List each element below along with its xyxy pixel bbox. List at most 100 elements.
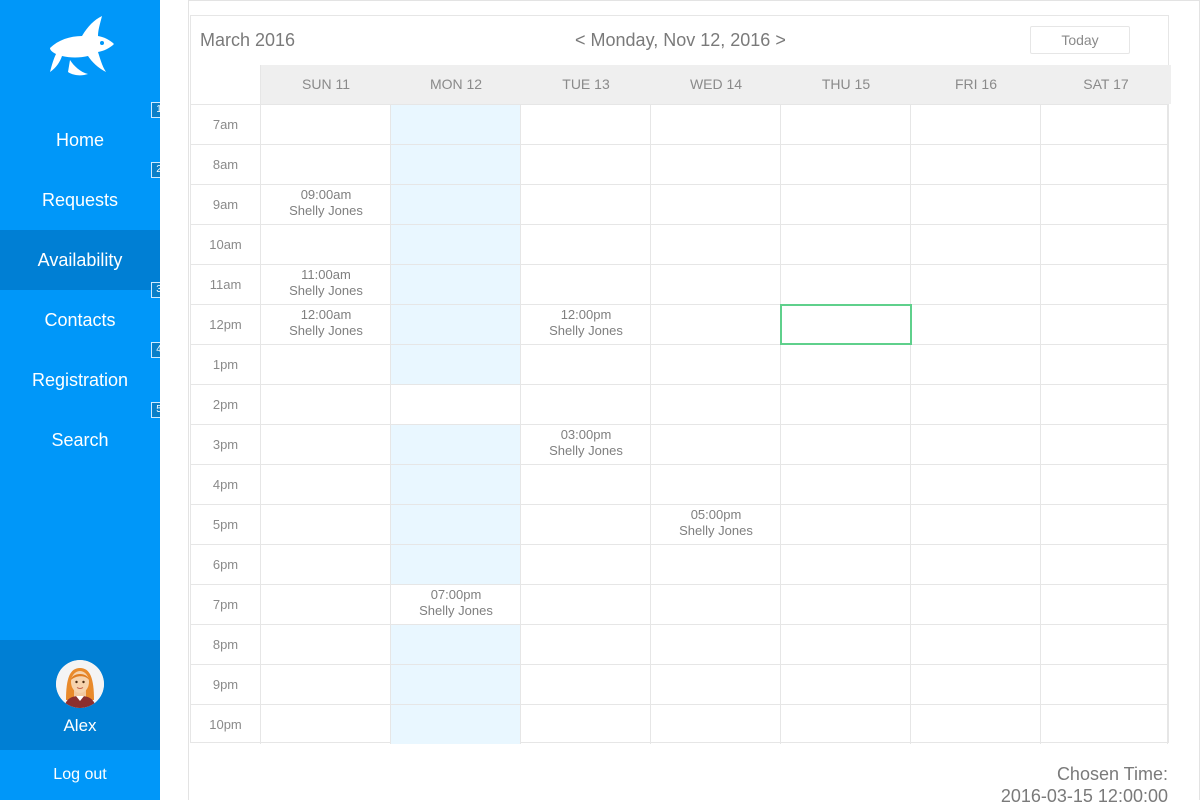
time-slot-cell[interactable] <box>261 104 391 144</box>
time-slot-cell[interactable] <box>521 584 651 624</box>
time-slot-cell[interactable] <box>781 104 911 144</box>
time-slot-cell[interactable] <box>391 104 521 144</box>
time-slot-cell[interactable] <box>651 224 781 264</box>
time-slot-cell[interactable] <box>521 664 651 704</box>
time-slot-cell[interactable] <box>521 464 651 504</box>
time-slot-cell[interactable] <box>261 624 391 664</box>
time-slot-cell[interactable] <box>391 544 521 584</box>
time-slot-cell[interactable] <box>781 304 911 344</box>
time-slot-cell[interactable] <box>521 224 651 264</box>
logout-link[interactable]: Log out <box>0 750 160 800</box>
time-slot-cell[interactable] <box>1041 304 1168 344</box>
time-slot-cell[interactable] <box>911 184 1041 224</box>
time-slot-cell[interactable] <box>651 664 781 704</box>
time-slot-cell[interactable] <box>911 264 1041 304</box>
time-slot-cell[interactable] <box>651 304 781 344</box>
time-slot-cell[interactable] <box>651 264 781 304</box>
time-slot-cell[interactable] <box>911 144 1041 184</box>
time-slot-cell[interactable] <box>261 344 391 384</box>
time-slot-cell[interactable] <box>781 584 911 624</box>
time-slot-cell[interactable] <box>1041 264 1168 304</box>
time-slot-cell[interactable] <box>911 624 1041 664</box>
time-slot-cell[interactable] <box>1041 584 1168 624</box>
nav-item-requests[interactable]: Requests <box>0 170 160 230</box>
time-slot-cell[interactable] <box>781 464 911 504</box>
time-slot-cell[interactable] <box>651 344 781 384</box>
time-slot-cell[interactable] <box>781 424 911 464</box>
time-slot-cell[interactable] <box>1041 544 1168 584</box>
time-slot-cell[interactable] <box>781 544 911 584</box>
time-slot-cell[interactable] <box>391 344 521 384</box>
time-slot-cell[interactable] <box>261 504 391 544</box>
time-slot-cell[interactable] <box>1041 504 1168 544</box>
time-slot-cell[interactable] <box>521 624 651 664</box>
time-slot-cell[interactable] <box>911 464 1041 504</box>
time-slot-cell[interactable] <box>781 624 911 664</box>
time-slot-cell[interactable] <box>521 504 651 544</box>
time-slot-cell[interactable] <box>1041 344 1168 384</box>
time-slot-cell[interactable] <box>391 424 521 464</box>
appointment-event[interactable]: 12:00am Shelly Jones <box>261 307 391 339</box>
time-slot-cell[interactable] <box>391 384 521 424</box>
time-slot-cell[interactable] <box>911 384 1041 424</box>
appointment-event[interactable]: 09:00am Shelly Jones <box>261 187 391 219</box>
time-slot-cell[interactable] <box>391 464 521 504</box>
time-slot-cell[interactable] <box>261 224 391 264</box>
time-slot-cell[interactable] <box>521 384 651 424</box>
time-slot-cell[interactable] <box>391 224 521 264</box>
time-slot-cell[interactable] <box>781 264 911 304</box>
time-slot-cell[interactable] <box>521 104 651 144</box>
time-slot-cell[interactable] <box>911 424 1041 464</box>
time-slot-cell[interactable] <box>521 544 651 584</box>
time-slot-cell[interactable] <box>1041 384 1168 424</box>
time-slot-cell[interactable] <box>391 304 521 344</box>
time-slot-cell[interactable] <box>651 704 781 744</box>
time-slot-cell[interactable] <box>651 464 781 504</box>
time-slot-cell[interactable] <box>261 664 391 704</box>
time-slot-cell[interactable] <box>261 384 391 424</box>
appointment-event[interactable]: 07:00pm Shelly Jones <box>391 587 521 619</box>
appointment-event[interactable]: 05:00pm Shelly Jones <box>651 507 781 539</box>
appointment-event[interactable]: 11:00am Shelly Jones <box>261 267 391 299</box>
time-slot-cell[interactable] <box>911 704 1041 744</box>
time-slot-cell[interactable] <box>651 584 781 624</box>
time-slot-cell[interactable] <box>261 144 391 184</box>
time-slot-cell[interactable] <box>781 664 911 704</box>
nav-item-home[interactable]: Home <box>0 110 160 170</box>
time-slot-cell[interactable] <box>521 184 651 224</box>
time-slot-cell[interactable] <box>391 624 521 664</box>
time-slot-cell[interactable] <box>1041 224 1168 264</box>
appointment-event[interactable]: 12:00pm Shelly Jones <box>521 307 651 339</box>
time-slot-cell[interactable] <box>261 544 391 584</box>
time-slot-cell[interactable] <box>651 544 781 584</box>
time-slot-cell[interactable] <box>521 344 651 384</box>
time-slot-cell[interactable] <box>781 704 911 744</box>
time-slot-cell[interactable] <box>911 104 1041 144</box>
nav-item-search[interactable]: Search <box>0 410 160 470</box>
nav-item-contacts[interactable]: Contacts <box>0 290 160 350</box>
appointment-event[interactable]: 03:00pm Shelly Jones <box>521 427 651 459</box>
time-slot-cell[interactable] <box>781 224 911 264</box>
time-slot-cell[interactable] <box>1041 624 1168 664</box>
user-avatar[interactable] <box>56 660 104 708</box>
nav-item-availability[interactable]: Availability <box>0 230 160 290</box>
time-slot-cell[interactable] <box>391 664 521 704</box>
time-slot-cell[interactable] <box>651 424 781 464</box>
prev-week-button[interactable]: < <box>575 30 586 50</box>
time-slot-cell[interactable] <box>651 184 781 224</box>
time-slot-cell[interactable] <box>911 544 1041 584</box>
time-slot-cell[interactable] <box>521 264 651 304</box>
time-slot-cell[interactable] <box>781 344 911 384</box>
time-slot-cell[interactable] <box>781 184 911 224</box>
time-slot-cell[interactable] <box>651 104 781 144</box>
time-slot-cell[interactable] <box>781 384 911 424</box>
time-slot-cell[interactable] <box>391 144 521 184</box>
time-slot-cell[interactable] <box>1041 144 1168 184</box>
time-slot-cell[interactable] <box>1041 424 1168 464</box>
time-slot-cell[interactable] <box>521 144 651 184</box>
time-slot-cell[interactable] <box>261 704 391 744</box>
time-slot-cell[interactable] <box>1041 464 1168 504</box>
time-slot-cell[interactable] <box>911 664 1041 704</box>
today-button[interactable]: Today <box>1030 26 1130 54</box>
time-slot-cell[interactable] <box>391 264 521 304</box>
